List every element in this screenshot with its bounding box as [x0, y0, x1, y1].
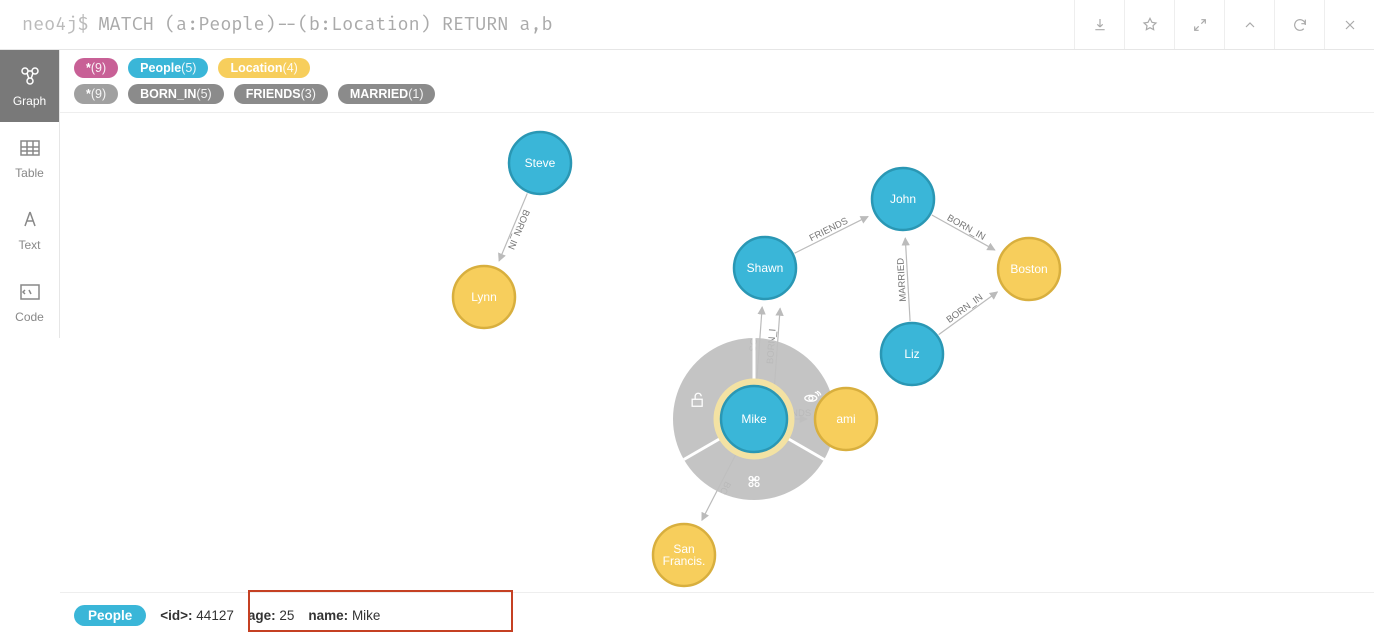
main-area: *(9) People(5) Location(4) *(9) BORN_IN(… — [60, 50, 1374, 638]
rel-type-row: *(9) BORN_IN(5) FRIENDS(3) MARRIED(1) — [60, 78, 1374, 113]
details-age-val: 25 — [279, 608, 294, 623]
tab-code-label: Code — [15, 310, 44, 324]
node-lynn[interactable]: Lynn — [453, 266, 515, 328]
pill-location-count: (4) — [283, 61, 298, 75]
table-icon — [18, 136, 42, 160]
pill-bornin-label: BORN_IN — [140, 87, 196, 101]
details-id-val: 44127 — [196, 608, 234, 623]
edge-label: FRIENDS — [808, 216, 850, 244]
details-age: age: 25 — [248, 608, 295, 623]
pill-friends[interactable]: FRIENDS(3) — [234, 84, 328, 104]
rerun-button[interactable] — [1274, 0, 1324, 49]
edge-label: BORN_IN — [945, 292, 986, 326]
collapse-up-button[interactable] — [1224, 0, 1274, 49]
graph-icon — [18, 64, 42, 88]
expand-button[interactable] — [1174, 0, 1224, 49]
tab-text-label: Text — [18, 238, 40, 252]
edge-label: BORN_IN — [945, 213, 987, 243]
details-type-pill[interactable]: People — [74, 605, 146, 626]
pill-friends-count: (3) — [301, 87, 316, 101]
download-button[interactable] — [1074, 0, 1124, 49]
graph-canvas[interactable]: BORN_INFRIENDSBORN_INMARRIEDBORN_INSCBOR… — [60, 130, 1374, 592]
pill-bornin[interactable]: BORN_IN(5) — [128, 84, 224, 104]
code-icon — [18, 280, 42, 304]
node-boston[interactable]: Boston — [998, 238, 1060, 300]
tab-graph-label: Graph — [13, 94, 46, 108]
node-steve[interactable]: Steve — [509, 132, 571, 194]
tab-code[interactable]: Code — [0, 266, 59, 338]
prompt: neo4j$ — [22, 13, 88, 36]
pill-all-nodes-count: (9) — [91, 61, 106, 75]
pill-married[interactable]: MARRIED(1) — [338, 84, 436, 104]
query-actions — [1074, 0, 1374, 49]
details-bar: People <id>: 44127 age: 25 name: Mike — [60, 592, 1374, 638]
pill-married-label: MARRIED — [350, 87, 408, 101]
node-miami[interactable]: ami — [815, 388, 877, 450]
pill-all-rels-count: (9) — [91, 87, 106, 101]
tab-table[interactable]: Table — [0, 122, 59, 194]
details-name: name: Mike — [308, 608, 380, 623]
pill-people[interactable]: People(5) — [128, 58, 208, 78]
details-name-key: name: — [308, 608, 348, 623]
details-name-val: Mike — [352, 608, 381, 623]
node-sf[interactable]: SanFrancis. — [653, 524, 715, 586]
pill-people-label: People — [140, 61, 181, 75]
view-tabs: Graph Table Text Code — [0, 50, 60, 338]
details-id: <id>: 44127 — [160, 608, 234, 623]
node-shawn[interactable]: Shawn — [734, 237, 796, 299]
pill-people-count: (5) — [181, 61, 196, 75]
node-john[interactable]: John — [872, 168, 934, 230]
pill-all-nodes[interactable]: *(9) — [74, 58, 118, 78]
pill-friends-label: FRIENDS — [246, 87, 301, 101]
details-id-key: <id>: — [160, 608, 192, 623]
query-bar: neo4j$ MATCH (a:People)--(b:Location) RE… — [0, 0, 1374, 50]
details-age-key: age: — [248, 608, 276, 623]
node-label-row: *(9) People(5) Location(4) — [60, 50, 1374, 78]
query-input[interactable]: MATCH (a:People)--(b:Location) RETURN a,… — [98, 13, 1074, 36]
close-button[interactable] — [1324, 0, 1374, 49]
tab-graph[interactable]: Graph — [0, 50, 59, 122]
tab-text[interactable]: Text — [0, 194, 59, 266]
pill-all-rels[interactable]: *(9) — [74, 84, 118, 104]
node-mike[interactable]: Mike — [721, 386, 787, 452]
node-liz[interactable]: Liz — [881, 323, 943, 385]
text-icon — [18, 208, 42, 232]
pin-button[interactable] — [1124, 0, 1174, 49]
pill-married-count: (1) — [408, 87, 423, 101]
pill-location-label: Location — [230, 61, 282, 75]
tab-table-label: Table — [15, 166, 44, 180]
pill-bornin-count: (5) — [196, 87, 211, 101]
pill-location[interactable]: Location(4) — [218, 58, 309, 78]
